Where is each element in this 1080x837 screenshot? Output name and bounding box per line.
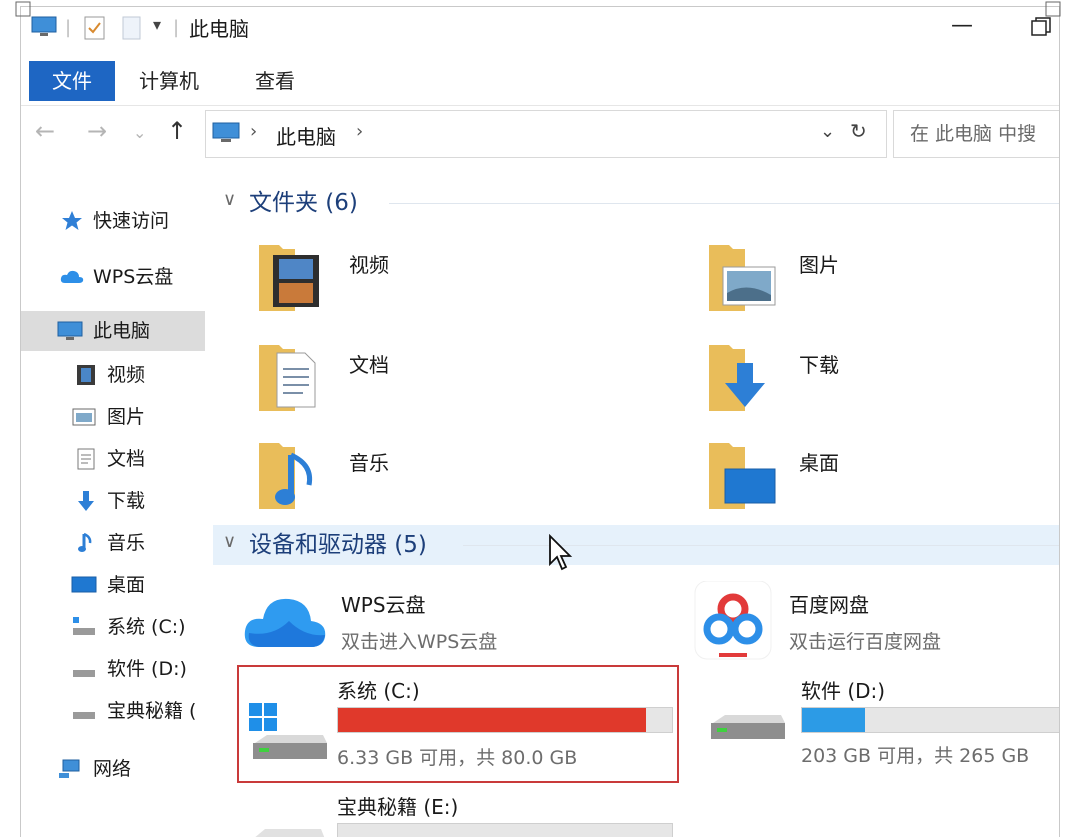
resize-handle-icon[interactable] bbox=[1036, 0, 1066, 30]
sidebar-item-network[interactable]: 网络 bbox=[21, 749, 205, 789]
baidu-netdisk-icon bbox=[694, 581, 772, 660]
chevron-right-icon: › bbox=[250, 121, 258, 142]
sidebar-item-documents[interactable]: 文档 bbox=[21, 439, 205, 479]
explorer-window: | ▾ | 此电脑 — 文件 计算机 查看 ← → ⌄ ↑ › 此电脑 › ⌄ … bbox=[20, 6, 1060, 837]
download-icon bbox=[78, 491, 94, 511]
drive-d[interactable]: 软件 (D:) 203 GB 可用，共 265 GB bbox=[709, 667, 1059, 787]
sidebar-item-music[interactable]: 音乐 bbox=[21, 523, 205, 563]
drive-e-usage-bar bbox=[337, 823, 673, 837]
folder-pictures[interactable]: 图片 bbox=[707, 239, 1059, 325]
group-title: 设备和驱动器 (5) bbox=[249, 532, 427, 558]
sidebar-item-pictures[interactable]: 图片 bbox=[21, 397, 205, 437]
network-icon bbox=[59, 759, 80, 778]
sidebar-item-desktop[interactable]: 桌面 bbox=[21, 565, 205, 605]
title-bar: | ▾ | 此电脑 — bbox=[21, 7, 1059, 51]
music-folder-icon bbox=[259, 443, 313, 509]
computer-icon bbox=[212, 122, 240, 142]
picture-folder-icon bbox=[709, 245, 776, 311]
sidebar-item-this-pc[interactable]: 此电脑 bbox=[21, 311, 205, 351]
document-folder-icon bbox=[259, 345, 316, 411]
drive-icon bbox=[73, 712, 95, 719]
video-icon bbox=[77, 365, 95, 385]
drive-c-highlighted[interactable]: 系统 (C:) 6.33 GB 可用，共 80.0 GB bbox=[237, 665, 679, 783]
folder-music[interactable]: 音乐 bbox=[257, 437, 677, 523]
sidebar-item-drive-e[interactable]: 宝典秘籍 ( bbox=[21, 691, 205, 731]
refresh-icon[interactable]: ↻ bbox=[850, 119, 867, 143]
minimize-button[interactable]: — bbox=[951, 13, 973, 38]
folder-video[interactable]: 视频 bbox=[257, 239, 677, 325]
up-arrow-icon[interactable]: ↑ bbox=[167, 117, 187, 145]
document-icon bbox=[77, 448, 95, 470]
content-pane: ∨ 文件夹 (6) 视频 图片 文档 下载 音乐 桌面 ∨ 设备和驱动器 (5)… bbox=[213, 163, 1059, 837]
tab-computer[interactable]: 计算机 bbox=[139, 61, 199, 101]
drive-d-usage-fill bbox=[802, 708, 866, 732]
folder-documents[interactable]: 文档 bbox=[257, 339, 677, 425]
drive-icon bbox=[73, 670, 95, 677]
cloud-icon bbox=[60, 270, 84, 283]
sidebar-item-drive-c[interactable]: 系统 (C:) bbox=[21, 607, 205, 647]
system-drive-icon bbox=[249, 703, 327, 759]
group-title: 文件夹 (6) bbox=[249, 190, 358, 216]
sidebar-item-video[interactable]: 视频 bbox=[21, 355, 205, 395]
picture-icon bbox=[72, 408, 96, 426]
desktop-folder-icon bbox=[709, 443, 776, 509]
drive-e[interactable]: 宝典秘籍 (E:) bbox=[239, 783, 679, 837]
tab-file[interactable]: 文件 bbox=[29, 61, 115, 101]
breadcrumb-location[interactable]: 此电脑 bbox=[276, 121, 336, 150]
properties-icon[interactable] bbox=[83, 15, 107, 41]
new-folder-icon[interactable] bbox=[121, 15, 143, 41]
sidebar-item-downloads[interactable]: 下载 bbox=[21, 481, 205, 521]
folder-desktop[interactable]: 桌面 bbox=[707, 437, 1059, 523]
forward-arrow-icon[interactable]: → bbox=[87, 117, 107, 145]
drive-icon bbox=[711, 715, 785, 739]
tab-view[interactable]: 查看 bbox=[255, 61, 295, 101]
group-header-folders[interactable]: ∨ 文件夹 (6) bbox=[213, 183, 1059, 223]
mouse-cursor-icon bbox=[549, 534, 573, 571]
computer-icon bbox=[57, 321, 83, 340]
download-folder-icon bbox=[709, 345, 765, 411]
quick-access-dropdown-icon[interactable]: ▾ bbox=[153, 15, 161, 34]
navigation-pane: 快速访问 WPS云盘 此电脑 视频 图片 文档 下载 音乐 桌面 系统 (C:)… bbox=[21, 163, 209, 837]
video-folder-icon bbox=[259, 245, 319, 311]
window-title: 此电脑 bbox=[189, 17, 249, 41]
drive-c-usage-bar bbox=[337, 707, 673, 733]
chevron-down-icon[interactable]: ∨ bbox=[223, 531, 236, 552]
address-input[interactable]: › 此电脑 › ⌄ ↻ bbox=[205, 110, 887, 158]
recent-locations-icon[interactable]: ⌄ bbox=[133, 123, 146, 142]
sidebar-item-drive-d[interactable]: 软件 (D:) bbox=[21, 649, 205, 689]
search-placeholder: 在 此电脑 中搜 bbox=[910, 123, 1037, 145]
drive-icon bbox=[255, 829, 325, 837]
drive-icon bbox=[73, 617, 95, 635]
chevron-right-icon[interactable]: › bbox=[356, 121, 363, 142]
search-input[interactable]: 在 此电脑 中搜 bbox=[893, 110, 1059, 158]
wps-cloud-icon bbox=[244, 598, 326, 647]
sidebar-item-quick-access[interactable]: 快速访问 bbox=[21, 201, 205, 241]
drive-c-usage-fill bbox=[338, 708, 646, 732]
sidebar-item-wps-cloud[interactable]: WPS云盘 bbox=[21, 257, 205, 297]
address-dropdown-icon[interactable]: ⌄ bbox=[820, 121, 835, 142]
ribbon: 文件 计算机 查看 bbox=[21, 55, 1059, 106]
folder-downloads[interactable]: 下载 bbox=[707, 339, 1059, 425]
desktop-icon bbox=[71, 576, 97, 593]
resize-handle-icon[interactable] bbox=[14, 0, 44, 30]
back-arrow-icon[interactable]: ← bbox=[35, 117, 55, 145]
group-header-drives[interactable]: ∨ 设备和驱动器 (5) bbox=[213, 525, 1059, 565]
drive-d-usage-bar bbox=[801, 707, 1059, 733]
chevron-down-icon[interactable]: ∨ bbox=[223, 189, 236, 210]
address-bar: ← → ⌄ ↑ › 此电脑 › ⌄ ↻ 在 此电脑 中搜 bbox=[21, 107, 1059, 161]
music-icon bbox=[78, 532, 92, 552]
star-icon bbox=[62, 211, 82, 230]
